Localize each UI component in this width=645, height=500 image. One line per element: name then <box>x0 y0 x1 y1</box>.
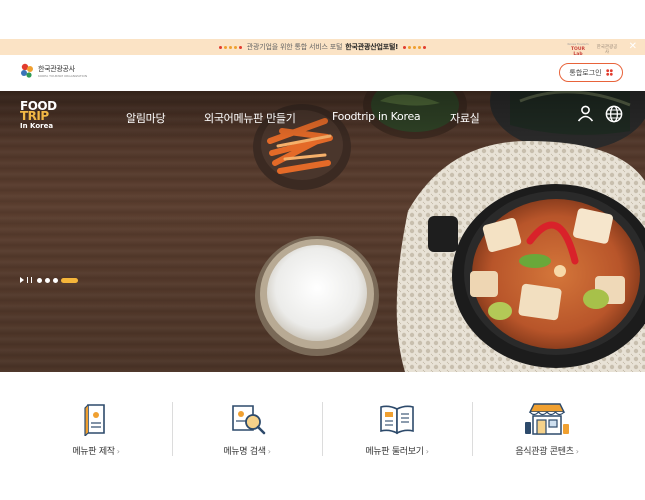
open-menu-icon <box>380 405 414 435</box>
org-name-en: KOREA TOURISM ORGANIZATION <box>38 74 88 78</box>
menu-book-icon <box>84 404 105 436</box>
play-icon[interactable] <box>20 277 24 283</box>
quick-divider <box>472 402 473 456</box>
notice-dots-right <box>403 45 427 49</box>
chevron-right-icon: › <box>425 447 429 456</box>
top-header: 한국관광공사 KOREA TOURISM ORGANIZATION 통합로그인 <box>0 55 645 91</box>
quick-menu: 메뉴판 제작 › 메뉴명 검색 › 메뉴판 둘러보기 › 음식관광 콘텐츠 › <box>0 372 645 500</box>
chevron-right-icon: › <box>575 447 579 456</box>
foodtrip-logo[interactable]: FOOD TRIP In Korea <box>20 100 57 131</box>
chevron-right-icon: › <box>116 447 120 456</box>
quick-label-search: 메뉴명 검색 <box>223 447 266 457</box>
close-icon[interactable]: ✕ <box>629 40 637 53</box>
kto-emblem-icon <box>21 63 33 78</box>
nav-item-menu-maker[interactable]: 외국어메뉴판 만들기 <box>204 110 296 126</box>
slide-dot-active[interactable] <box>61 277 78 283</box>
notice-text: 관광기업을 위한 통합 서비스 포털 <box>246 43 343 51</box>
hero-header-shade <box>0 91 645 143</box>
notice-banner[interactable]: 관광기업을 위한 통합 서비스 포털 한국관광산업포털! Korea Touri… <box>0 39 645 57</box>
kto-logo[interactable]: 한국관광공사 KOREA TOURISM ORGANIZATION <box>19 62 87 80</box>
slider-controls <box>20 277 78 283</box>
menu-search-icon <box>232 405 266 435</box>
org-name: 한국관광공사 <box>38 65 75 73</box>
header-icons <box>577 105 623 123</box>
quick-label-contents: 음식관광 콘텐츠 <box>515 447 574 457</box>
slide-dot[interactable] <box>37 277 42 283</box>
notice-dots-left <box>218 45 242 49</box>
quick-divider <box>322 402 323 456</box>
nav-item-notice[interactable]: 알림마당 <box>126 110 166 126</box>
top-whitespace <box>0 0 645 39</box>
quick-divider <box>172 402 173 456</box>
login-dots-icon <box>605 69 613 76</box>
quick-label-make: 메뉴판 제작 <box>72 447 115 457</box>
restaurant-shop-icon <box>525 403 569 435</box>
notice-highlight[interactable]: 한국관광산업포털! <box>345 42 398 52</box>
quick-menu-contents[interactable]: 음식관광 콘텐츠 › <box>487 402 607 457</box>
quick-menu-search[interactable]: 메뉴명 검색 › <box>187 402 307 457</box>
quick-menu-make[interactable]: 메뉴판 제작 › <box>36 402 156 457</box>
login-label: 통합로그인 <box>569 68 602 77</box>
pause-icon[interactable] <box>27 277 32 283</box>
hero-slider: FOOD TRIP In Korea 알림마당 외국어메뉴판 만들기 Foodt… <box>0 91 645 372</box>
notice-message[interactable]: 관광기업을 위한 통합 서비스 포털 한국관광산업포털! <box>0 39 645 55</box>
slide-dot[interactable] <box>45 277 50 283</box>
quick-menu-browse[interactable]: 메뉴판 둘러보기 › <box>337 402 457 457</box>
slide-dot[interactable] <box>53 277 58 283</box>
integrated-login-button[interactable]: 통합로그인 <box>559 63 623 82</box>
nav-item-foodtrip[interactable]: Foodtrip in Korea <box>332 110 421 123</box>
kto-partner-name: 한국관광공사 <box>596 44 618 55</box>
logo-line3: In Korea <box>20 122 54 130</box>
user-icon[interactable] <box>577 105 594 122</box>
quick-label-browse: 메뉴판 둘러보기 <box>365 447 424 457</box>
kto-partner-logo[interactable]: 한국관광공사 <box>595 45 619 55</box>
chevron-right-icon: › <box>267 447 271 456</box>
globe-icon[interactable] <box>605 105 623 123</box>
nav-item-archive[interactable]: 자료실 <box>450 110 480 126</box>
